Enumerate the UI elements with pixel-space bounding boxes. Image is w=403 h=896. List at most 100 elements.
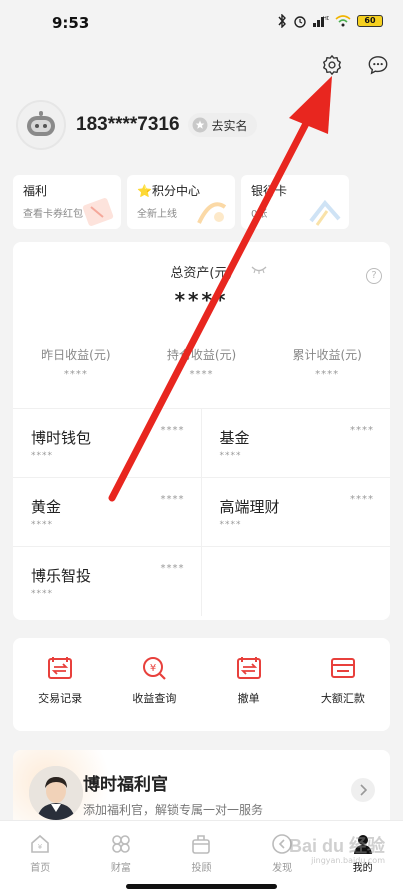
welfare-officer-avatar — [29, 766, 83, 820]
shortcut-label: 撤单 — [237, 692, 260, 705]
shortcut-cancel-order[interactable]: 撤单 — [202, 638, 296, 731]
stat-value: **** — [63, 369, 88, 380]
profile-header[interactable]: 183****7316 去实名 — [16, 100, 257, 150]
product-row: 博时钱包 **** **** 基金 **** **** — [13, 409, 390, 478]
watermark-logo: Bai du 经验 — [288, 836, 385, 856]
shortcut-bar: 交易记录 ¥ 收益查询 撤单 大额汇款 — [13, 638, 390, 731]
shortcut-large-remittance[interactable]: 大额汇款 — [296, 638, 390, 731]
settings-button[interactable] — [319, 52, 345, 78]
stat-label: 昨日收益(元) — [41, 348, 111, 362]
header-actions — [319, 52, 391, 78]
person-photo-icon — [29, 766, 83, 820]
verify-label: 去实名 — [211, 118, 248, 133]
alarm-icon — [294, 16, 306, 28]
product-value: **** — [350, 494, 374, 505]
quick-card-welfare[interactable]: 福利 查看卡券红包 — [13, 175, 121, 229]
product-premium-wealth[interactable]: 高端理财 **** **** — [202, 478, 391, 546]
transaction-record-icon — [48, 657, 73, 679]
shortcut-label: 收益查询 — [132, 692, 177, 705]
welfare-officer-card[interactable]: 博时福利官 添加福利官，解锁专属一对一服务 — [13, 750, 390, 830]
tab-home[interactable]: ¥ 首页 — [0, 821, 81, 896]
product-row: 黄金 **** **** 高端理财 **** **** — [13, 478, 390, 547]
shield-star-icon — [192, 117, 208, 133]
product-empty-cell — [202, 547, 391, 616]
product-row: 博乐智投 **** **** — [13, 547, 390, 616]
cancel-order-icon — [236, 657, 261, 679]
product-name: 黄金 — [31, 498, 62, 516]
chat-bubble-icon — [368, 56, 388, 75]
battery-indicator: 60 — [357, 15, 383, 27]
messages-button[interactable] — [365, 52, 391, 78]
welfare-description: 添加福利官，解锁专属一对一服务 — [83, 803, 264, 817]
svg-text:HD: HD — [323, 16, 329, 22]
verify-identity-button[interactable]: 去实名 — [187, 113, 257, 137]
welfare-arrow-button[interactable] — [351, 778, 375, 802]
product-gold[interactable]: 黄金 **** **** — [13, 478, 202, 546]
gear-icon — [323, 55, 341, 75]
product-name: 基金 — [219, 429, 250, 447]
status-bar: 9:53 HD 60 — [0, 0, 403, 44]
shortcut-label: 交易记录 — [38, 692, 83, 705]
quick-card-bank[interactable]: 银行卡 0张 — [241, 175, 349, 229]
bank-card-decoration-icon — [309, 199, 341, 226]
product-sub-value: **** — [31, 520, 53, 530]
product-bosera-wallet[interactable]: 博时钱包 **** **** — [13, 409, 202, 477]
home-indicator — [126, 884, 277, 889]
tab-label: 发现 — [272, 863, 293, 874]
product-value: **** — [160, 494, 185, 505]
watermark-url: jingyan.baidu.com — [311, 856, 385, 865]
status-time: 9:53 — [52, 14, 90, 32]
svg-text:¥: ¥ — [150, 663, 156, 674]
bluetooth-icon — [278, 14, 286, 28]
product-name: 博时钱包 — [31, 429, 92, 447]
wifi-icon — [335, 15, 351, 27]
avatar[interactable] — [16, 100, 66, 150]
total-assets-label: 总资产(元) — [170, 266, 233, 281]
large-remittance-icon — [330, 658, 355, 678]
shortcut-income-query[interactable]: ¥ 收益查询 — [107, 638, 201, 731]
assets-card: 总资产(元) ? **** 昨日收益(元) **** 持仓收益(元) **** … — [13, 242, 390, 620]
hide-eye-icon[interactable] — [251, 266, 267, 274]
welfare-title: 博时福利官 — [83, 775, 168, 795]
wealth-icon — [112, 835, 130, 853]
stat-label: 累计收益(元) — [292, 348, 362, 362]
product-sub-value: **** — [31, 451, 53, 461]
status-icons: HD 60 — [277, 14, 383, 28]
points-decoration-icon — [197, 202, 227, 224]
stat-label: 持仓收益(元) — [166, 348, 237, 362]
advisor-icon — [192, 835, 211, 854]
total-assets-value: **** — [174, 288, 229, 312]
svg-text:¥: ¥ — [38, 843, 43, 851]
stat-holding[interactable]: 持仓收益(元) **** — [139, 346, 265, 380]
shortcut-label: 大额汇款 — [320, 692, 365, 705]
tab-label: 投顾 — [191, 863, 212, 874]
product-value: **** — [160, 563, 185, 574]
product-sub-value: **** — [219, 451, 242, 461]
stat-value: **** — [189, 369, 214, 380]
product-fund[interactable]: 基金 **** **** — [202, 409, 391, 477]
tab-label: 财富 — [110, 863, 131, 874]
product-value: **** — [350, 425, 374, 436]
earnings-stats: 昨日收益(元) **** 持仓收益(元) **** 累计收益(元) **** — [13, 346, 390, 380]
signal-icon: HD — [313, 16, 329, 27]
product-name: 博乐智投 — [31, 567, 92, 585]
product-grid: 博时钱包 **** **** 基金 **** **** 黄金 **** ****… — [13, 408, 390, 616]
product-smart-invest[interactable]: 博乐智投 **** **** — [13, 547, 202, 616]
robot-avatar-icon — [27, 111, 55, 136]
quick-card-points[interactable]: ⭐积分中心 全新上线 — [127, 175, 235, 229]
home-icon: ¥ — [31, 834, 50, 853]
shortcut-transaction-records[interactable]: 交易记录 — [13, 638, 107, 731]
tab-label: 首页 — [30, 863, 51, 874]
income-query-icon: ¥ — [143, 657, 167, 680]
help-icon[interactable]: ? — [366, 268, 382, 284]
quick-cards: 福利 查看卡券红包 ⭐积分中心 全新上线 银行卡 0张 — [13, 175, 390, 229]
coupon-decoration-icon — [82, 198, 114, 226]
stat-value: **** — [315, 369, 340, 380]
stat-cumulative[interactable]: 累计收益(元) **** — [264, 346, 390, 380]
product-sub-value: **** — [31, 589, 53, 599]
stat-yesterday[interactable]: 昨日收益(元) **** — [13, 346, 139, 380]
user-phone: 183****7316 — [76, 114, 180, 135]
product-value: **** — [160, 425, 185, 436]
chevron-right-icon — [360, 784, 367, 796]
product-name: 高端理财 — [219, 498, 280, 516]
